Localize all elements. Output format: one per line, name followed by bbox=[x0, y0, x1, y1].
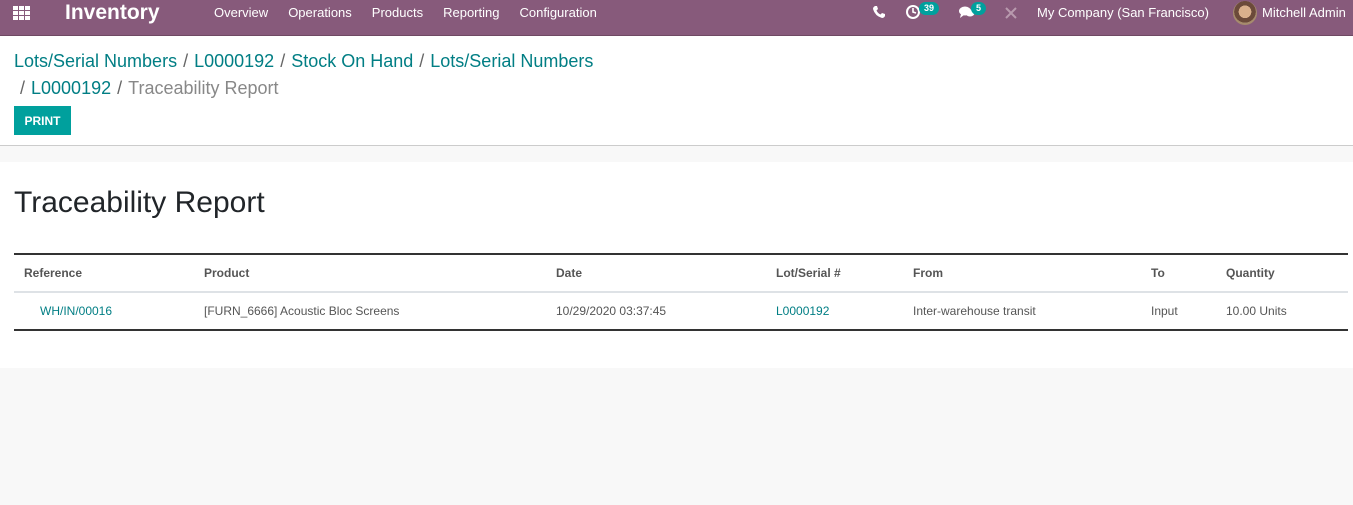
breadcrumb-lot-2[interactable]: L0000192 bbox=[31, 78, 111, 98]
breadcrumb-lots-serial-numbers-2[interactable]: Lots/Serial Numbers bbox=[430, 51, 593, 71]
reference-link[interactable]: WH/IN/00016 bbox=[40, 304, 112, 318]
breadcrumb-active: Traceability Report bbox=[128, 78, 279, 98]
print-button[interactable]: PRINT bbox=[14, 106, 71, 135]
cell-lot: L0000192 bbox=[766, 292, 903, 330]
breadcrumb-separator: / bbox=[183, 51, 189, 71]
activity-count-badge: 39 bbox=[919, 2, 940, 15]
menu-products[interactable]: Products bbox=[362, 0, 433, 26]
cell-reference: WH/IN/00016 bbox=[14, 292, 194, 330]
menu-configuration[interactable]: Configuration bbox=[509, 0, 606, 26]
breadcrumb-separator: / bbox=[20, 78, 26, 98]
breadcrumb: Lots/Serial Numbers / L0000192/Stock On Ha… bbox=[14, 48, 634, 102]
menu-overview[interactable]: Overview bbox=[204, 0, 278, 26]
menu-reporting[interactable]: Reporting bbox=[433, 0, 509, 26]
cell-product: [FURN_6666] Acoustic Bloc Screens bbox=[204, 304, 400, 318]
apps-grid-icon[interactable] bbox=[13, 6, 33, 22]
table-header-row: Reference Product Date Lot/Serial # From… bbox=[14, 254, 1348, 292]
report-title: Traceability Report bbox=[14, 186, 265, 219]
company-switcher[interactable]: My Company (San Francisco) bbox=[1037, 5, 1209, 20]
main-menu: Overview Operations Products Reporting C… bbox=[204, 0, 607, 26]
menu-operations[interactable]: Operations bbox=[278, 0, 362, 26]
breadcrumb-lots-serial-numbers[interactable]: Lots/Serial Numbers bbox=[14, 51, 177, 71]
breadcrumb-separator: / bbox=[280, 51, 286, 71]
control-panel: Lots/Serial Numbers / L0000192/Stock On Ha… bbox=[0, 36, 1353, 146]
col-quantity: Quantity bbox=[1226, 266, 1275, 280]
lot-link[interactable]: L0000192 bbox=[776, 304, 829, 318]
breadcrumb-separator: / bbox=[419, 51, 425, 71]
app-title[interactable]: Inventory bbox=[65, 1, 160, 25]
message-count-badge: 5 bbox=[971, 2, 987, 15]
phone-icon[interactable] bbox=[872, 5, 886, 19]
breadcrumb-lot[interactable]: L0000192 bbox=[194, 51, 274, 71]
col-date: Date bbox=[556, 266, 583, 280]
user-avatar[interactable] bbox=[1233, 1, 1257, 25]
cell-to: Input bbox=[1151, 304, 1178, 318]
col-to: To bbox=[1151, 266, 1165, 280]
report-content: Traceability Report Reference Product Da… bbox=[0, 162, 1353, 368]
col-from: From bbox=[913, 266, 943, 280]
traceability-table: Reference Product Date Lot/Serial # From… bbox=[14, 253, 1348, 331]
debug-icon[interactable] bbox=[1004, 6, 1018, 20]
col-lot: Lot/Serial # bbox=[776, 266, 841, 280]
user-menu[interactable]: Mitchell Admin bbox=[1262, 5, 1346, 20]
top-navbar: Inventory Overview Operations Products R… bbox=[0, 0, 1353, 36]
cell-date: 10/29/2020 03:37:45 bbox=[556, 304, 667, 318]
col-reference: Reference bbox=[24, 266, 83, 280]
col-product: Product bbox=[204, 266, 250, 280]
cell-quantity: 10.00 Units bbox=[1226, 304, 1287, 318]
table-row: WH/IN/00016 [FURN_6666] Acoustic Bloc Sc… bbox=[14, 292, 1348, 330]
breadcrumb-stock-on-hand[interactable]: Stock On Hand bbox=[291, 51, 413, 71]
breadcrumb-separator: / bbox=[117, 78, 123, 98]
cell-from: Inter-warehouse transit bbox=[913, 304, 1036, 318]
